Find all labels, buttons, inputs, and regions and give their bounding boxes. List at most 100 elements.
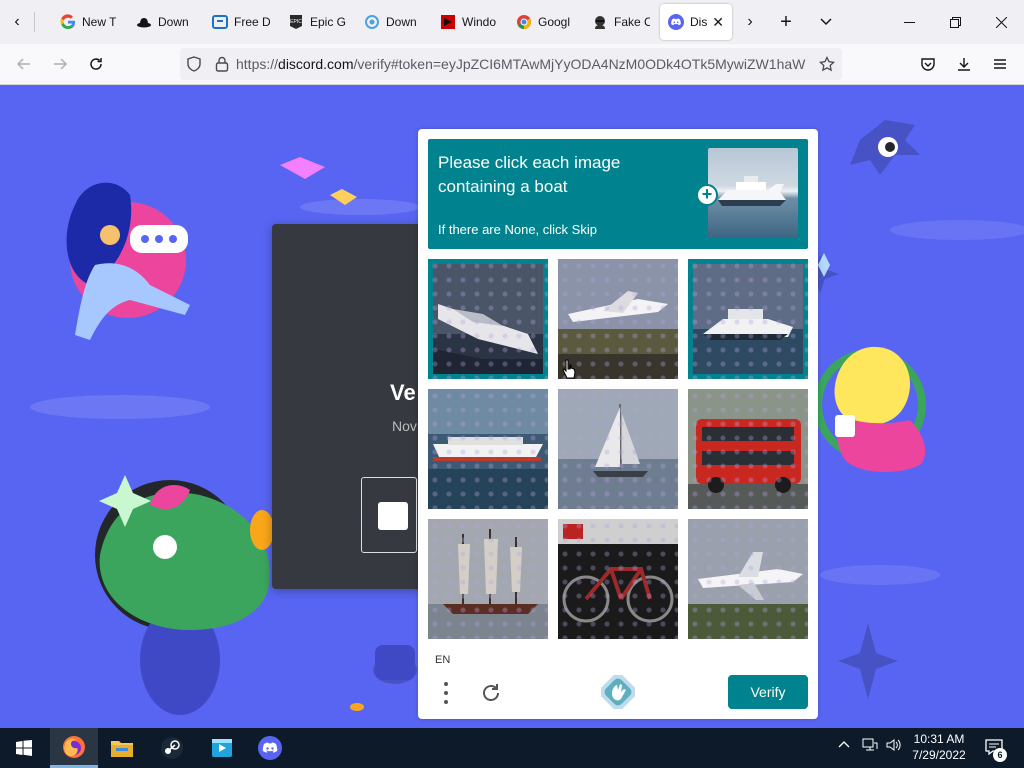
chevron-down-icon [820,18,832,26]
media-icon [212,739,232,757]
discord-verify-page: Ve Nov Please click each image containin… [0,85,1024,728]
tab-label: Down [158,15,189,29]
refresh-icon [483,684,499,701]
forward-arrow-icon [54,58,68,70]
dot [444,691,448,695]
reload-icon [90,58,102,70]
challenge-tile-2[interactable] [558,259,678,379]
challenge-hint-text: If there are None, click Skip [438,222,597,237]
tab-discord-active[interactable]: Dis ✕ [660,4,732,40]
windows-taskbar: 10:31 AM 7/29/2022 6 [0,728,1024,768]
tab-label: Fake C [614,15,650,29]
scroll-tabs-left-button[interactable]: ‹ [2,6,32,38]
challenge-tile-3[interactable] [688,259,808,379]
tab-label: Googl [538,15,571,29]
discord-icon [258,736,282,760]
discord-icon [668,14,684,30]
svg-text:EPIC: EPIC [290,19,302,25]
taskbar-steam[interactable] [148,728,196,768]
tab-bar: ‹ New T Down Free D EPIC Epic G Down Win… [0,0,1024,44]
minimize-button[interactable] [886,0,932,44]
expand-example-icon[interactable]: + [696,184,718,206]
shield-icon[interactable] [180,48,208,80]
tab-fake[interactable]: Fake C [584,4,650,40]
pocket-button[interactable] [912,48,944,80]
challenge-tile-1[interactable] [428,259,548,379]
tab-windows[interactable]: Windo [432,4,498,40]
close-window-button[interactable] [978,0,1024,44]
windows-logo-icon [16,740,32,756]
pocket-icon [921,58,935,71]
chevron-up-icon [838,741,850,748]
language-selector[interactable]: EN [435,654,450,666]
navigation-toolbar: https://discord.com/verify#token=eyJpZCI… [0,44,1024,85]
tab-google[interactable]: Googl [508,4,574,40]
challenge-tile-5[interactable] [558,389,678,509]
challenge-tile-8[interactable] [558,519,678,639]
volume-control[interactable] [886,738,902,755]
challenge-tile-4[interactable] [428,389,548,509]
more-options-button[interactable] [436,678,456,708]
challenge-tile-7[interactable] [428,519,548,639]
clock-time: 10:31 AM [913,732,965,746]
restore-button[interactable] [932,0,978,44]
taskbar-file-explorer[interactable] [98,728,146,768]
download-icon [958,58,970,71]
hamburger-menu-icon [994,59,1006,69]
tab-download-2[interactable]: Down [356,4,422,40]
url-text: https://discord.com/verify#token=eyJpZCI… [236,56,806,72]
google-icon [60,14,76,30]
hcaptcha-checkbox-widget[interactable] [361,477,417,553]
minimize-icon [903,21,915,23]
challenge-tile-6[interactable] [688,389,808,509]
scroll-tabs-right-button[interactable]: › [732,4,768,40]
challenge-prompt-text: Please click each image containing a boa… [438,153,621,196]
speaker-icon [886,739,901,751]
firefox-icon [63,735,85,758]
tab-label: Windo [462,15,497,29]
close-icon [995,16,1007,28]
forward-button[interactable] [44,48,76,80]
show-hidden-icons-button[interactable] [838,738,850,754]
verification-title: Ve [390,380,416,405]
spiral-icon [364,14,380,30]
bookmark-star-icon[interactable] [812,48,842,80]
example-image-boat[interactable] [708,148,798,238]
tab-separator [34,12,35,32]
hand-cursor-icon [562,359,576,379]
tab-download-1[interactable]: Down [128,4,194,40]
red-square-icon [440,14,456,30]
reload-button[interactable] [80,48,112,80]
start-button[interactable] [0,728,48,768]
address-bar[interactable]: https://discord.com/verify#token=eyJpZCI… [180,48,842,80]
taskbar-discord[interactable] [246,728,294,768]
tab-label: Dis [690,15,708,29]
tab-label: Free D [234,15,270,29]
new-tab-button[interactable]: + [768,4,804,40]
downloads-button[interactable] [948,48,980,80]
back-button[interactable] [8,48,40,80]
lock-icon[interactable] [208,48,236,80]
network-status[interactable] [862,738,878,755]
taskbar-firefox[interactable] [50,728,98,768]
checkbox[interactable] [378,502,408,530]
challenge-tile-9[interactable] [688,519,808,639]
refresh-challenge-button[interactable] [476,678,506,708]
tab-epic-games[interactable]: EPIC Epic G [280,4,346,40]
tab-free-d[interactable]: Free D [204,4,270,40]
clock-date: 7/29/2022 [912,748,966,762]
restore-icon [949,16,961,28]
back-arrow-icon [16,58,30,70]
tab-new-tab[interactable]: New T [52,4,118,40]
hcaptcha-challenge: Please click each image containing a boa… [418,129,818,719]
close-tab-icon[interactable]: ✕ [712,14,724,31]
hcaptcha-logo-icon[interactable] [599,673,637,711]
epic-games-icon: EPIC [288,14,304,30]
taskbar-media-app[interactable] [198,728,246,768]
verify-button[interactable]: Verify [728,675,808,709]
list-all-tabs-button[interactable] [808,4,844,40]
steam-icon [161,737,183,759]
app-menu-button[interactable] [984,48,1016,80]
verification-subtitle: Nov [392,418,417,434]
system-clock[interactable]: 10:31 AM 7/29/2022 [906,731,972,763]
